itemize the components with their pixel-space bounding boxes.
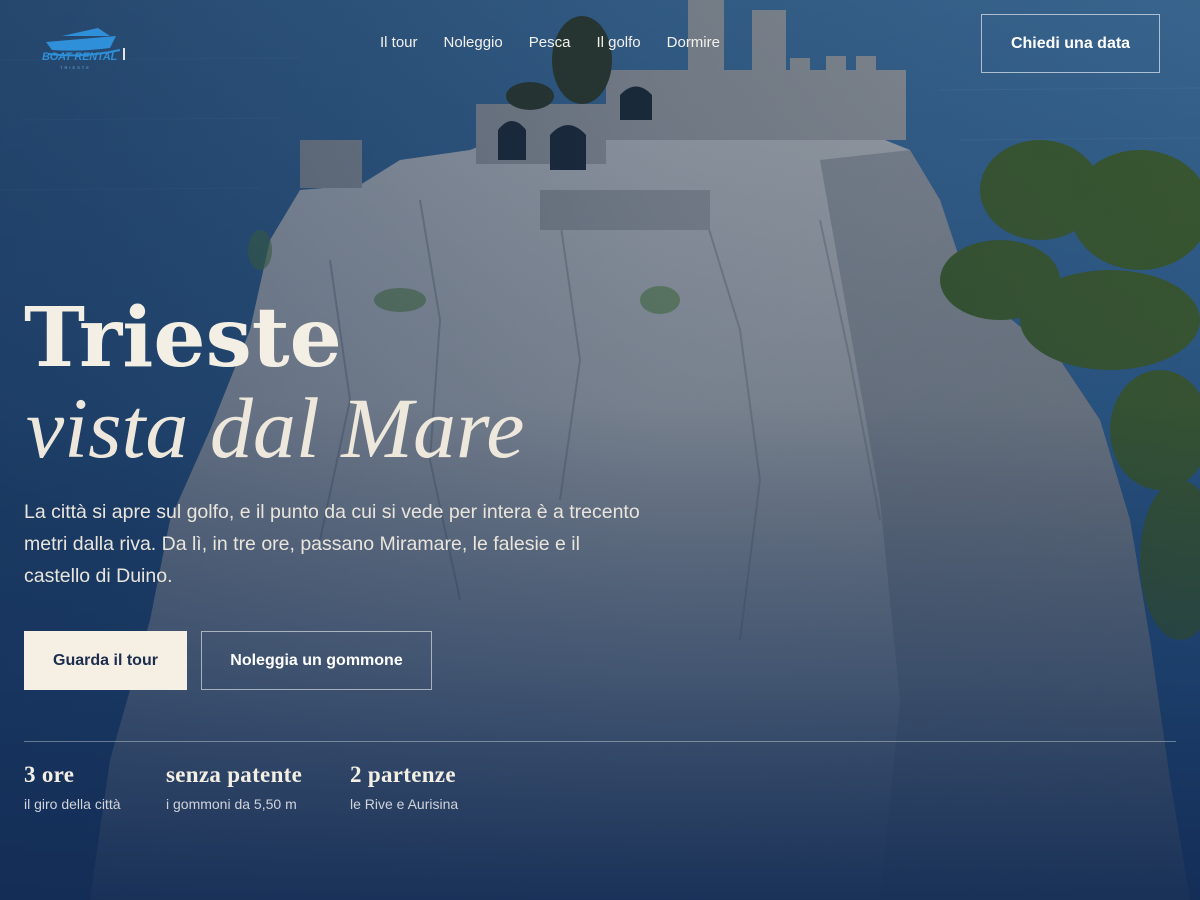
stats-divider — [24, 741, 1176, 742]
stat-duration: 3 ore il giro della città — [24, 762, 121, 812]
main-nav: Il tour Noleggio Pesca Il golfo Dormire — [380, 34, 720, 51]
stat-departures: 2 partenze le Rive e Aurisina — [350, 762, 458, 812]
brand-tagline: TRIESTE — [60, 65, 91, 70]
stat-label: le Rive e Aurisina — [350, 796, 459, 812]
nav-item-il-tour[interactable]: Il tour — [380, 34, 418, 51]
stat-value: senza patente — [166, 762, 303, 787]
brand-name: BOAT RENTAL — [42, 51, 117, 63]
watch-tour-button[interactable]: Guarda il tour — [24, 631, 187, 690]
stat-label: il giro della città — [24, 796, 121, 812]
brand-logo[interactable]: BOAT RENTAL TRIESTE — [40, 20, 130, 76]
stat-value: 2 partenze — [350, 762, 456, 787]
nav-item-dormire[interactable]: Dormire — [667, 34, 720, 51]
stat-label: i gommoni da 5,50 m — [166, 796, 297, 812]
nav-item-noleggio[interactable]: Noleggio — [444, 34, 503, 51]
rent-dinghy-button[interactable]: Noleggia un gommone — [201, 631, 432, 690]
ask-date-button[interactable]: Chiedi una data — [981, 14, 1160, 73]
hero-subtitle: vista dal Mare — [26, 380, 525, 476]
hero-description: La città si apre sul golfo, e il punto d… — [24, 501, 640, 587]
nav-item-il-golfo[interactable]: Il golfo — [596, 34, 640, 51]
nav-item-pesca[interactable]: Pesca — [529, 34, 571, 51]
stat-license: senza patente i gommoni da 5,50 m — [166, 762, 302, 812]
stat-value: 3 ore — [24, 762, 75, 787]
hero-title: Trieste — [24, 290, 342, 386]
